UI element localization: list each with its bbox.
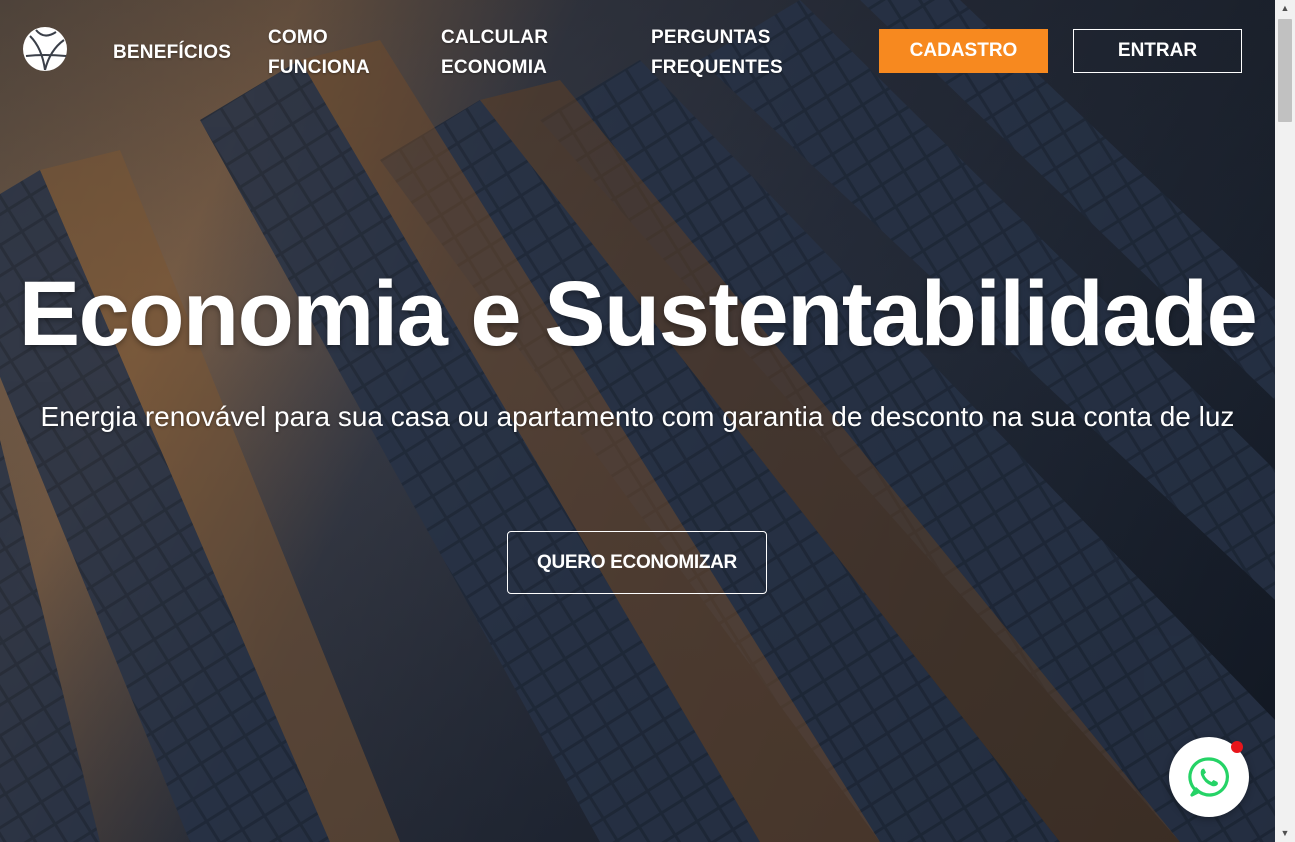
hero-title: Economia e Sustentabilidade: [18, 263, 1258, 365]
nav-label-line2: FREQUENTES: [651, 57, 783, 78]
nav-link-beneficios[interactable]: BENEFÍCIOS: [113, 38, 231, 68]
nav-label-line2: FUNCIONA: [268, 57, 370, 78]
entrar-button[interactable]: ENTRAR: [1073, 29, 1242, 73]
cadastro-button[interactable]: CADASTRO: [879, 29, 1048, 73]
whatsapp-button[interactable]: [1169, 737, 1249, 817]
nav-label-line1: PERGUNTAS: [651, 27, 771, 48]
whatsapp-icon: [1188, 757, 1229, 797]
hero-section: BENEFÍCIOS COMO FUNCIONA CALCULAR ECONOM…: [0, 0, 1275, 842]
nav-link-como-funciona[interactable]: COMO FUNCIONA: [268, 23, 370, 83]
nav-link-calcular-economia[interactable]: CALCULAR ECONOMIA: [441, 23, 548, 83]
logo-icon[interactable]: [22, 26, 68, 72]
nav-label-line1: CALCULAR: [441, 27, 549, 48]
nav-label-line1: COMO: [268, 27, 328, 48]
hero-subtitle: Energia renovável para sua casa ou apart…: [40, 401, 1235, 432]
notification-badge: [1231, 741, 1243, 753]
scrollbar-thumb[interactable]: [1278, 19, 1292, 122]
vertical-scrollbar[interactable]: ▲ ▼: [1275, 0, 1295, 842]
nav-label: BENEFÍCIOS: [113, 42, 232, 63]
triangle-down-icon[interactable]: ▼: [1275, 825, 1295, 842]
nav-label-line2: ECONOMIA: [441, 57, 548, 78]
quero-economizar-button[interactable]: QUERO ECONOMIZAR: [507, 531, 767, 594]
triangle-up-icon[interactable]: ▲: [1275, 0, 1295, 17]
nav-link-perguntas-frequentes[interactable]: PERGUNTAS FREQUENTES: [651, 23, 783, 83]
